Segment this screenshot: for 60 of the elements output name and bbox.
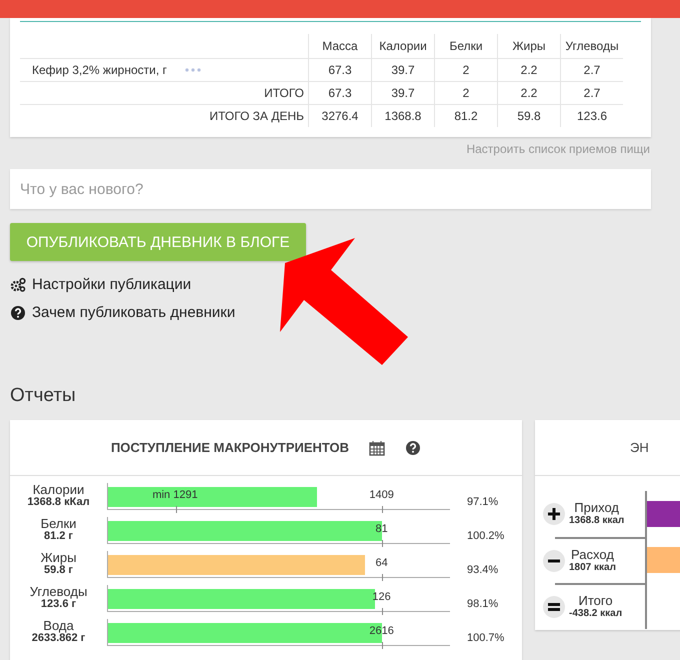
nutrient-amount: 59.8 г bbox=[44, 564, 74, 577]
plus-icon bbox=[543, 503, 565, 525]
table-cell: 2.7 bbox=[560, 82, 623, 104]
column-header: Углеводы bbox=[560, 34, 623, 58]
equals-icon bbox=[543, 596, 565, 618]
target-value: 1409 bbox=[369, 489, 394, 501]
nutrient-name: Калории bbox=[32, 483, 86, 496]
nutrient-name: Белки bbox=[40, 517, 78, 530]
help-icon[interactable] bbox=[405, 440, 422, 456]
gears-icon bbox=[10, 276, 26, 292]
table-cell: 2.7 bbox=[560, 58, 623, 82]
nutrient-name: Жиры bbox=[40, 551, 78, 564]
link[interactable]: Зачем публиковать дневники bbox=[32, 304, 236, 321]
table-cell: 1368.8 bbox=[372, 104, 434, 127]
column-header: Жиры bbox=[498, 34, 560, 58]
table-cell: 2 bbox=[434, 58, 498, 82]
energy-label: Расход bbox=[570, 548, 615, 561]
nutrient-name: Вода bbox=[42, 619, 75, 632]
column-header: Калории bbox=[372, 34, 434, 58]
table-cell: 39.7 bbox=[372, 82, 434, 104]
percent: 97.1% bbox=[467, 496, 498, 508]
target-value: 64 bbox=[375, 557, 388, 569]
table-cell: 2.2 bbox=[498, 58, 560, 82]
nutrient-amount: 123.6 г bbox=[40, 598, 76, 611]
nutrient-name: Углеводы bbox=[28, 585, 88, 598]
table-cell: 59.8 bbox=[498, 104, 560, 127]
calendar-icon[interactable] bbox=[369, 440, 386, 456]
percent: 98.1% bbox=[467, 598, 498, 610]
total-label: ИТОГО bbox=[264, 86, 304, 100]
nutrient-amount: 81.2 г bbox=[42, 530, 74, 543]
table-cell: 3276.4 bbox=[308, 104, 372, 127]
energy-label: Приход bbox=[573, 501, 620, 514]
link[interactable]: Настройки публикации bbox=[32, 276, 192, 293]
table-cell: 2.2 bbox=[498, 82, 560, 104]
table-cell: 81.2 bbox=[434, 104, 498, 127]
energy-amount: -438.2 ккал bbox=[569, 607, 622, 620]
help-icon bbox=[10, 304, 26, 320]
energy-label: Итого bbox=[577, 594, 614, 607]
energy-amount: 1368.8 ккал bbox=[569, 515, 624, 527]
table-cell: 67.3 bbox=[308, 82, 372, 104]
minus-icon bbox=[543, 550, 565, 572]
table-cell: 2 bbox=[434, 82, 498, 104]
min-label: min 1291 bbox=[152, 489, 198, 501]
post-field[interactable]: Что у вас нового? bbox=[10, 169, 651, 209]
energy-amount: 1807 ккал bbox=[569, 562, 616, 574]
card-title: ПОСТУПЛЕНИЕ МАКРОНУТРИЕНТОВ bbox=[110, 440, 350, 455]
column-header: Масса bbox=[308, 34, 372, 58]
table-cell: 67.3 bbox=[308, 58, 372, 82]
food-name: Кефир 3,2% жирности, г bbox=[32, 63, 167, 77]
percent: 100.7% bbox=[467, 632, 504, 644]
section-title: Отчеты bbox=[10, 385, 77, 407]
total-label: ИТОГО ЗА ДЕНЬ bbox=[210, 109, 304, 123]
table-cell: 123.6 bbox=[560, 104, 623, 127]
nutrient-amount: 2633.862 г bbox=[30, 632, 86, 645]
percent: 100.2% bbox=[467, 530, 504, 542]
nutrient-amount: 1368.8 кКал bbox=[26, 496, 91, 509]
column-header: Белки bbox=[434, 34, 498, 58]
card-title: ЭН bbox=[630, 440, 649, 455]
percent: 93.4% bbox=[467, 564, 498, 576]
table-cell: 39.7 bbox=[372, 58, 434, 82]
